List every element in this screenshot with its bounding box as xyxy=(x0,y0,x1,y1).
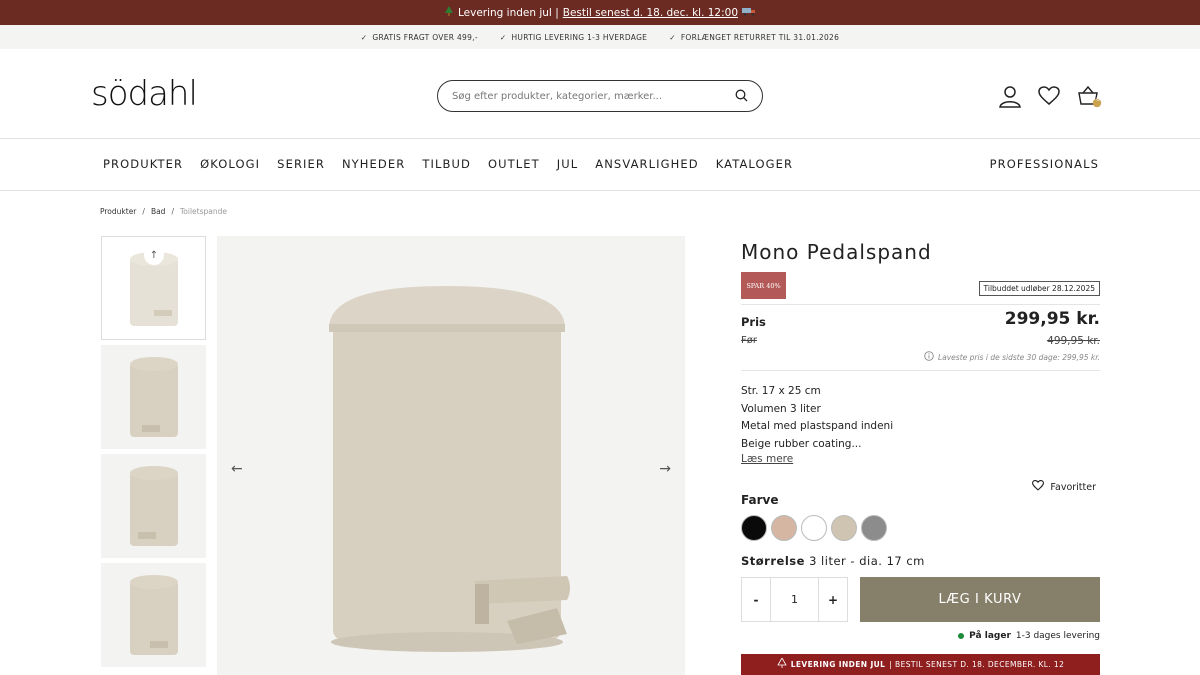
nav-item-tilbud[interactable]: TILBUD xyxy=(422,157,471,171)
qty-minus-button[interactable]: - xyxy=(742,593,770,607)
product-title: Mono Pedalspand xyxy=(741,240,932,264)
breadcrumb-current: Toiletspande xyxy=(179,207,227,216)
color-swatch-rose[interactable] xyxy=(771,515,797,541)
heart-icon xyxy=(1032,480,1045,494)
arrow-up-icon[interactable]: ↑ xyxy=(144,245,164,265)
arrow-left-icon[interactable]: ← xyxy=(231,461,243,477)
nav-item-professionals[interactable]: PROFESSIONALS xyxy=(990,157,1099,171)
check-icon: ✓ xyxy=(499,32,507,42)
usp-bar: ✓ GRATIS FRAGT OVER 499,- ✓ HURTIG LEVERIN… xyxy=(0,25,1200,49)
price-label: Pris xyxy=(741,315,766,329)
quantity-stepper: - 1 + xyxy=(741,577,848,622)
nav-item-okologi[interactable]: ØKOLOGI xyxy=(200,157,260,171)
site-header: södahl 0 xyxy=(0,49,1200,139)
info-icon xyxy=(924,351,934,363)
logo[interactable]: södahl xyxy=(91,77,198,111)
basket-icon[interactable]: 0 xyxy=(1076,83,1102,109)
thumbnail-image xyxy=(129,575,178,655)
qty-plus-button[interactable]: + xyxy=(819,593,847,607)
thumbnail-3[interactable] xyxy=(101,454,206,558)
size-selection: Størrelse 3 liter - dia. 17 cm xyxy=(741,554,925,568)
thumbnail-image xyxy=(129,357,178,437)
offer-expiry: Tilbuddet udløber 28.12.2025 xyxy=(978,281,1100,296)
color-swatch-black[interactable] xyxy=(741,515,767,541)
heart-icon[interactable] xyxy=(1036,83,1062,109)
search-input[interactable] xyxy=(452,90,735,102)
favorites-button[interactable]: Favoritter xyxy=(1032,480,1096,494)
thumbnail-4[interactable] xyxy=(101,563,206,667)
usp-item: ✓ HURTIG LEVERING 1-3 HVERDAGE xyxy=(499,32,648,42)
divider xyxy=(741,304,1100,305)
color-swatches xyxy=(741,515,887,541)
christmas-delivery-banner: LEVERING INDEN JUL | BESTIL SENEST D. 18… xyxy=(741,654,1100,675)
check-icon: ✓ xyxy=(669,32,676,42)
thumbnail-2[interactable] xyxy=(101,345,206,449)
nav-item-kataloger[interactable]: KATALOGER xyxy=(716,157,793,171)
christmas-tree-icon xyxy=(777,657,787,671)
thumbnail-image xyxy=(129,466,178,546)
search-icon[interactable] xyxy=(735,87,748,106)
search-bar[interactable] xyxy=(437,80,763,112)
nav-item-serier[interactable]: SERIER xyxy=(277,157,325,171)
qty-input[interactable]: 1 xyxy=(770,578,819,621)
thumbnail-1[interactable]: ↑ xyxy=(101,236,206,340)
announcement-text: Levering inden jul | xyxy=(457,6,559,19)
arrow-right-icon[interactable]: → xyxy=(659,461,671,477)
nav-item-outlet[interactable]: OUTLET xyxy=(488,157,540,171)
add-to-cart-button[interactable]: LÆG I KURV xyxy=(860,577,1100,622)
nav-item-nyheder[interactable]: NYHEDER xyxy=(342,157,405,171)
before-label: Før xyxy=(741,335,757,346)
breadcrumb-item[interactable]: Bad xyxy=(151,207,166,216)
account-icon[interactable] xyxy=(997,83,1023,109)
usp-item: ✓ GRATIS FRAGT OVER 499,- xyxy=(360,32,478,42)
price-value: 299,95 kr. xyxy=(1004,309,1100,329)
nav-item-jul[interactable]: JUL xyxy=(557,157,579,171)
main-product-image: ← → xyxy=(217,236,685,675)
nav-item-ansvarlighed[interactable]: ANSVARLIGHED xyxy=(595,157,698,171)
color-label: Farve xyxy=(741,493,779,507)
divider xyxy=(741,370,1100,371)
stock-status: På lager 1-3 dages levering xyxy=(958,631,1100,641)
christmas-tree-icon xyxy=(444,5,454,20)
lowest-price-note: Laveste pris i de sidste 30 dage: 299,95… xyxy=(924,351,1100,363)
color-swatch-beige[interactable] xyxy=(831,515,857,541)
truck-icon xyxy=(742,7,756,19)
nav-item-produkter[interactable]: PRODUKTER xyxy=(103,157,183,171)
read-more-link[interactable]: Læs mere xyxy=(741,453,793,465)
main-nav: PRODUKTER ØKOLOGI SERIER NYHEDER TILBUD … xyxy=(0,139,1200,191)
check-icon: ✓ xyxy=(360,32,368,42)
announcement-link[interactable]: Bestil senest d. 18. dec. kl. 12:00 xyxy=(563,7,738,19)
product-description: Str. 17 x 25 cm Volumen 3 liter Metal me… xyxy=(741,385,894,450)
color-swatch-white[interactable] xyxy=(801,515,827,541)
stock-dot-icon xyxy=(958,633,965,639)
thumbnail-list: ↑ xyxy=(101,236,206,672)
before-price: 499,95 kr. xyxy=(1047,335,1100,347)
cart-count: 0 xyxy=(1096,96,1100,103)
discount-badge: SPAR 40% xyxy=(741,272,786,299)
announcement-bar: Levering inden jul | Bestil senest d. 18… xyxy=(0,0,1200,25)
pedal-bin-image xyxy=(329,286,570,652)
usp-item: ✓ FORLÆNGET RETURRET TIL 31.01.2026 xyxy=(669,32,840,42)
product-info: Mono Pedalspand SPAR 40% Tilbuddet udløb… xyxy=(741,240,1100,675)
breadcrumb: Produkter / Bad / Toiletspande xyxy=(100,207,227,216)
breadcrumb-item[interactable]: Produkter xyxy=(100,207,136,216)
color-swatch-grey[interactable] xyxy=(861,515,887,541)
